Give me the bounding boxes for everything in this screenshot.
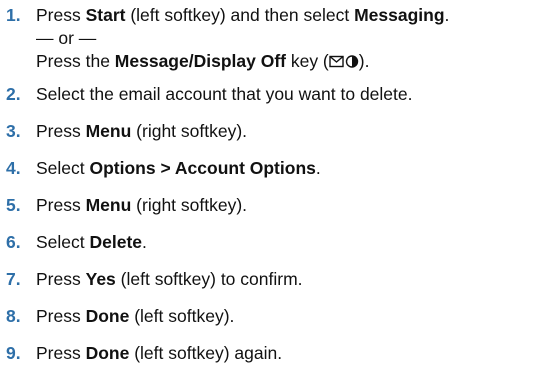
step-text: Press Menu (right softkey).: [36, 121, 248, 141]
step-number: 1.: [6, 5, 21, 25]
step-text: Press Start (left softkey) and then sele…: [36, 5, 450, 25]
envelope-moon-icon: [329, 52, 359, 74]
step-number: 3.: [6, 121, 21, 141]
step-number: 7.: [6, 269, 21, 289]
step-text: Press Yes (left softkey) to confirm.: [36, 269, 303, 289]
step-text: Select Delete.: [36, 232, 147, 252]
step-number: 2.: [6, 84, 21, 104]
step-number: 4.: [6, 158, 21, 178]
alternative-separator: — or —: [36, 28, 97, 48]
step-text: Select the email account that you want t…: [36, 84, 413, 104]
step-text: Press Done (left softkey).: [36, 306, 235, 326]
step-text: Press Done (left softkey) again.: [36, 343, 283, 363]
step-number: 8.: [6, 306, 21, 326]
step-number: 5.: [6, 195, 21, 215]
step-1-alternative: Press the Message/Display Off key ().: [36, 50, 369, 74]
step-text: Select Options > Account Options.: [36, 158, 321, 178]
step-number: 9.: [6, 343, 21, 363]
step-text: Press Menu (right softkey).: [36, 195, 248, 215]
step-number: 6.: [6, 232, 21, 252]
